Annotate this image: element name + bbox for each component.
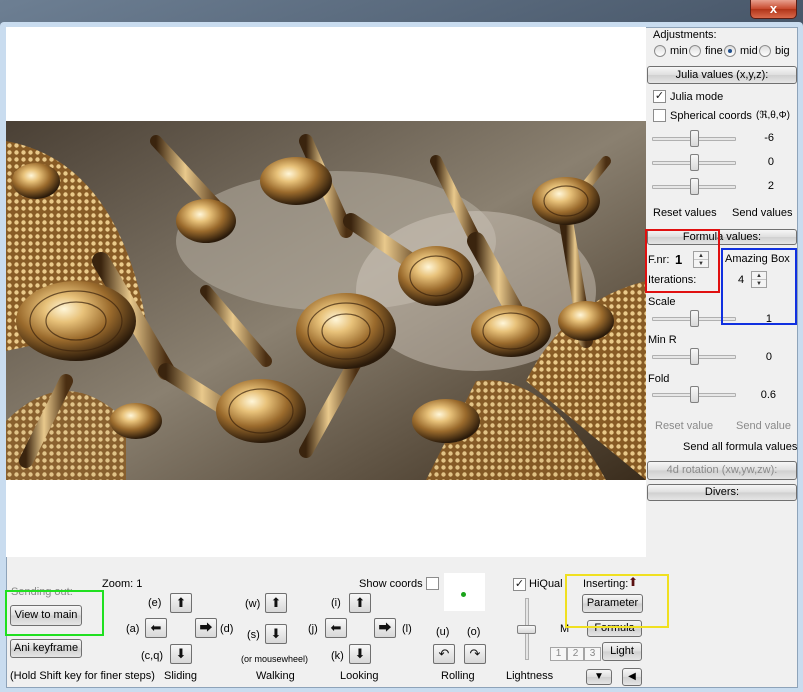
inserting-highlight-box <box>565 574 669 628</box>
minr-label: Min R <box>648 334 677 346</box>
view-to-main-highlight-box <box>5 590 104 636</box>
slider-thumb[interactable] <box>517 625 536 634</box>
looking-up-key: (i) <box>331 597 341 609</box>
fractal-render-image[interactable] <box>6 121 646 480</box>
julia-y-value: 0 <box>767 156 774 168</box>
lightness-slider[interactable] <box>516 598 538 662</box>
sliding-right-key: (d) <box>220 623 234 635</box>
divers-button[interactable]: Divers: <box>647 484 797 501</box>
radio-min[interactable] <box>654 45 666 57</box>
roll-left-button[interactable]: ↶ <box>433 644 455 664</box>
looking-caption: Looking <box>340 670 379 682</box>
preset-2-button[interactable]: 2 <box>567 647 584 661</box>
radio-mid[interactable] <box>724 45 736 57</box>
julia-y-slider[interactable] <box>652 154 736 176</box>
sliding-up-key: (e) <box>148 597 162 609</box>
spherical-coords-label: Spherical coords <box>670 110 752 122</box>
looking-down-key: (k) <box>331 650 344 662</box>
radio-mid-label: mid <box>740 45 758 57</box>
reset-value-link[interactable]: Reset value <box>655 420 713 432</box>
julia-x-slider[interactable] <box>652 130 736 152</box>
send-values-link[interactable]: Send values <box>732 207 793 219</box>
coords-dot-icon <box>461 592 466 597</box>
sliding-down-key: (c,q) <box>141 650 163 662</box>
coords-preview <box>444 573 485 611</box>
lightness-caption: Lightness <box>506 670 554 682</box>
preset-3-button[interactable]: 3 <box>584 647 601 661</box>
look-up-button[interactable]: ⬆ <box>349 593 371 613</box>
send-value-link[interactable]: Send value <box>736 420 791 432</box>
radio-big[interactable] <box>759 45 771 57</box>
show-coords-checkbox[interactable] <box>426 577 439 590</box>
looking-left-key: (j) <box>308 623 318 635</box>
slider-thumb[interactable] <box>690 348 699 365</box>
show-coords-label: Show coords <box>359 578 423 590</box>
julia-z-value: 2 <box>767 180 774 192</box>
spherical-symbols: (ℜ,θ,Φ) <box>756 110 790 121</box>
4d-rotation-button[interactable]: 4d rotation (xw,yw,zw): <box>647 461 797 480</box>
slide-left-button[interactable]: ⬅ <box>145 618 167 638</box>
slider-thumb[interactable] <box>690 178 699 195</box>
look-left-button[interactable]: ⬅ <box>325 618 347 638</box>
julia-mode-checkbox[interactable]: ✓ <box>653 90 666 103</box>
sliding-left-key: (a) <box>126 623 140 635</box>
hiqual-label: HiQual <box>529 578 563 590</box>
preset-1-button[interactable]: 1 <box>550 647 567 661</box>
adjustments-title: Adjustments: <box>653 29 717 41</box>
walk-backward-button[interactable]: ⬇ <box>265 624 287 644</box>
julia-values-button[interactable]: Julia values (x,y,z): <box>647 66 797 84</box>
radio-big-label: big <box>775 45 790 57</box>
radio-fine[interactable] <box>689 45 701 57</box>
fold-slider[interactable] <box>652 386 736 408</box>
minr-slider[interactable] <box>652 348 736 370</box>
walking-up-key: (w) <box>245 598 261 610</box>
walking-down-key: (s) <box>247 629 260 641</box>
hiqual-checkbox[interactable]: ✓ <box>513 578 526 591</box>
slide-right-button[interactable]: ⮕ <box>195 618 217 638</box>
slide-down-button[interactable]: ⬇ <box>170 644 192 664</box>
expand-left-button[interactable]: ◀ <box>622 668 642 686</box>
julia-mode-label: Julia mode <box>670 91 724 103</box>
look-right-button[interactable]: ⮕ <box>374 618 396 638</box>
fractal-render-svg <box>6 121 646 480</box>
slide-up-button[interactable]: ⬆ <box>170 593 192 613</box>
formula-name-highlight-box <box>721 248 797 325</box>
rolling-caption: Rolling <box>441 670 475 682</box>
julia-x-value: -6 <box>764 132 774 144</box>
zoom-label: Zoom: 1 <box>102 578 143 590</box>
rolling-right-key: (o) <box>467 626 481 638</box>
roll-right-button[interactable]: ↷ <box>464 644 486 664</box>
look-down-button[interactable]: ⬇ <box>349 644 371 664</box>
slider-thumb[interactable] <box>690 154 699 171</box>
radio-min-label: min <box>670 45 688 57</box>
scale-label: Scale <box>648 296 676 308</box>
fnr-highlight-box <box>645 229 720 293</box>
looking-right-key: (l) <box>402 623 412 635</box>
radio-fine-label: fine <box>705 45 723 57</box>
fold-label: Fold <box>648 373 670 385</box>
walk-forward-button[interactable]: ⬆ <box>265 593 287 613</box>
ani-keyframe-button[interactable]: Ani keyframe <box>10 639 82 658</box>
minr-value: 0 <box>765 351 772 363</box>
reset-values-link[interactable]: Reset values <box>653 207 717 219</box>
walking-caption: Walking <box>256 670 295 682</box>
slider-thumb[interactable] <box>690 386 699 403</box>
slider-thumb[interactable] <box>690 310 699 327</box>
julia-z-slider[interactable] <box>652 178 736 200</box>
rolling-left-key: (u) <box>436 626 450 638</box>
mousewheel-hint: (or mousewheel) <box>241 654 309 664</box>
sliding-caption: Sliding <box>164 670 198 682</box>
light-button[interactable]: Light <box>602 642 642 661</box>
send-all-formula-values-link[interactable]: Send all formula values <box>683 441 797 453</box>
spherical-coords-checkbox[interactable] <box>653 109 666 122</box>
collapse-down-button[interactable]: ▼ <box>586 669 612 685</box>
hold-shift-hint: (Hold Shift key for finer steps) <box>10 670 155 682</box>
slider-thumb[interactable] <box>690 130 699 147</box>
fold-value: 0.6 <box>760 389 776 401</box>
close-button[interactable]: x <box>750 0 797 19</box>
